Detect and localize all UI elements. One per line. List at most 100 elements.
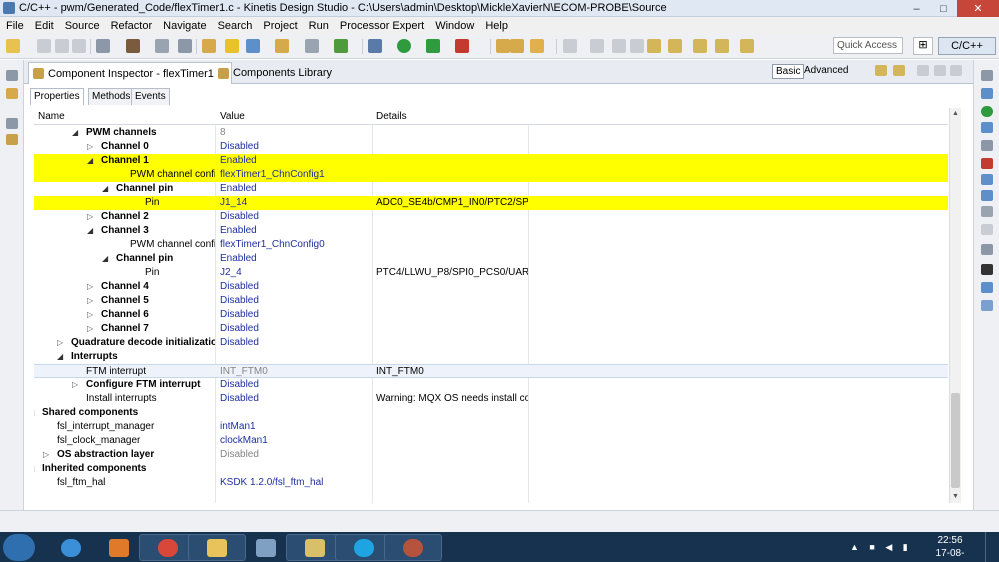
property-value[interactable]: flexTimer1_ChnConfig0 bbox=[220, 238, 372, 252]
components-icon[interactable] bbox=[6, 134, 18, 145]
maximize-button[interactable]: □ bbox=[930, 0, 957, 17]
property-value[interactable] bbox=[220, 462, 372, 476]
property-value[interactable]: INT_FTM0 bbox=[220, 365, 372, 379]
maximize-view-icon[interactable] bbox=[950, 65, 962, 76]
column-header-details[interactable]: Details bbox=[376, 111, 407, 122]
property-value[interactable]: Disabled bbox=[220, 308, 372, 322]
property-value[interactable]: Enabled bbox=[220, 154, 372, 168]
project-explorer-icon[interactable] bbox=[6, 88, 18, 99]
property-value[interactable]: 8 bbox=[220, 126, 372, 140]
property-value[interactable]: Enabled bbox=[220, 182, 372, 196]
toggle-mark-icon[interactable] bbox=[590, 39, 604, 53]
restore-icon[interactable] bbox=[981, 140, 993, 151]
last-edit-icon[interactable] bbox=[693, 39, 707, 53]
close-button[interactable]: ✕ bbox=[957, 0, 999, 17]
console-icon[interactable] bbox=[981, 174, 993, 185]
property-row[interactable]: ◢ Interrupts bbox=[34, 350, 948, 364]
tab-methods[interactable]: Methods bbox=[88, 88, 135, 105]
taskbar-other[interactable] bbox=[384, 534, 442, 561]
tab-components-library[interactable]: Components Library bbox=[218, 62, 332, 84]
external-tools-icon[interactable] bbox=[455, 39, 469, 53]
minimize-button[interactable]: – bbox=[903, 0, 930, 17]
advanced-mode-button[interactable]: Advanced bbox=[804, 65, 848, 76]
property-row[interactable]: ▷ Channel 7 Disabled bbox=[34, 322, 948, 336]
gear-icon[interactable] bbox=[96, 39, 110, 53]
property-row[interactable]: ◢ Channel pin Enabled bbox=[34, 252, 948, 266]
tab-properties[interactable]: Properties bbox=[30, 88, 84, 105]
scroll-down-icon[interactable]: ▼ bbox=[950, 493, 961, 500]
debug-icon[interactable] bbox=[368, 39, 382, 53]
menu-help[interactable]: Help bbox=[479, 20, 513, 32]
outline-icon[interactable] bbox=[981, 88, 993, 99]
property-row[interactable]: FTM interrupt INT_FTM0 INT_FTM0 bbox=[34, 364, 948, 378]
menu-search[interactable]: Search bbox=[212, 20, 258, 32]
menu-refactor[interactable]: Refactor bbox=[105, 20, 158, 32]
property-row[interactable]: ▷ Channel 2 Disabled bbox=[34, 210, 948, 224]
property-row[interactable]: ◢Inherited components bbox=[34, 462, 948, 476]
property-value[interactable]: KSDK 1.2.0/fsl_ftm_hal bbox=[220, 476, 372, 490]
property-row[interactable]: ◢ PWM channels 8 bbox=[34, 126, 948, 140]
property-row[interactable]: Pin J2_4 PTC4/LLWU_P8/SPI0_PCS0/UART1... bbox=[34, 266, 948, 280]
property-row[interactable]: ◢ Channel 3 Enabled bbox=[34, 224, 948, 238]
save-all-icon[interactable] bbox=[55, 39, 69, 53]
property-row[interactable]: ▷ OS abstraction layer Disabled bbox=[34, 448, 948, 462]
view-menu-icon[interactable] bbox=[917, 65, 929, 76]
prev-annotation-icon[interactable] bbox=[668, 39, 682, 53]
property-row[interactable]: PWM channel configuration flexTimer1_ChnC… bbox=[34, 238, 948, 252]
vertical-scrollbar[interactable]: ▲ ▼ bbox=[949, 108, 961, 503]
property-row[interactable]: ▷ Quadrature decode initialization Disable… bbox=[34, 336, 948, 350]
annotation-icon[interactable] bbox=[563, 39, 577, 53]
open-type-icon[interactable] bbox=[496, 39, 510, 53]
property-row[interactable]: ▷ Channel 5 Disabled bbox=[34, 294, 948, 308]
memory-icon[interactable] bbox=[981, 224, 993, 235]
property-row[interactable]: ▷ Channel 4 Disabled bbox=[34, 280, 948, 294]
property-row[interactable]: ▷ Channel 6 Disabled bbox=[34, 308, 948, 322]
window-icon[interactable] bbox=[981, 300, 993, 311]
tree-icon[interactable] bbox=[981, 122, 993, 133]
property-value[interactable]: Disabled bbox=[220, 140, 372, 154]
search-icon[interactable] bbox=[530, 39, 544, 53]
scroll-up-icon[interactable]: ▲ bbox=[950, 110, 961, 117]
menu-edit[interactable]: Edit bbox=[29, 20, 59, 32]
next-annotation-icon[interactable] bbox=[647, 39, 661, 53]
column-header-name[interactable]: Name bbox=[38, 111, 65, 122]
restore-icon[interactable] bbox=[981, 244, 993, 255]
perspective-cpp-button[interactable]: C/C++ bbox=[938, 37, 996, 55]
property-value[interactable] bbox=[220, 350, 372, 364]
menu-window[interactable]: Window bbox=[429, 20, 479, 32]
property-row[interactable]: ◢ Channel 1 Enabled bbox=[34, 154, 948, 168]
open-element-icon[interactable] bbox=[510, 39, 524, 53]
back-icon[interactable] bbox=[875, 65, 887, 76]
property-row[interactable]: PWM channel configuration flexTimer1_ChnC… bbox=[34, 168, 948, 182]
properties-icon[interactable] bbox=[981, 206, 993, 217]
new-project-icon[interactable] bbox=[246, 39, 260, 53]
refresh-icon[interactable] bbox=[334, 39, 348, 53]
property-value[interactable]: Disabled bbox=[220, 322, 372, 336]
new-file-icon[interactable] bbox=[305, 39, 319, 53]
hammer-icon[interactable] bbox=[126, 39, 140, 53]
property-value[interactable]: flexTimer1_ChnConfig1 bbox=[220, 168, 372, 182]
forward-icon[interactable] bbox=[893, 65, 905, 76]
restore-icon[interactable] bbox=[6, 118, 18, 129]
menu-file[interactable]: File bbox=[0, 20, 29, 32]
property-row[interactable]: fsl_interrupt_manager intMan1 bbox=[34, 420, 948, 434]
lightning-icon[interactable] bbox=[225, 39, 239, 53]
run-icon[interactable] bbox=[397, 39, 411, 53]
property-value[interactable]: Disabled bbox=[220, 294, 372, 308]
property-value[interactable]: Disabled bbox=[220, 392, 372, 406]
wrench-icon[interactable] bbox=[178, 39, 192, 53]
folder-icon[interactable] bbox=[202, 39, 216, 53]
whitespace-icon[interactable] bbox=[630, 39, 644, 53]
tasks-icon[interactable] bbox=[981, 190, 993, 201]
menu-processor-expert[interactable]: Processor Expert bbox=[334, 20, 429, 32]
property-value[interactable]: clockMan1 bbox=[220, 434, 372, 448]
property-row[interactable]: Pin J1_14 ADC0_SE4b/CMP1_IN0/PTC2/SPI0... bbox=[34, 196, 948, 210]
tab-events[interactable]: Events bbox=[131, 88, 170, 105]
column-header-value[interactable]: Value bbox=[220, 111, 245, 122]
back-icon[interactable] bbox=[715, 39, 729, 53]
property-value[interactable]: Disabled bbox=[220, 378, 372, 392]
run-config-icon[interactable] bbox=[426, 39, 440, 53]
menu-run[interactable]: Run bbox=[303, 20, 334, 32]
property-value[interactable]: Disabled bbox=[220, 210, 372, 224]
clock[interactable]: 22:56 17-08-2015 bbox=[930, 534, 970, 562]
